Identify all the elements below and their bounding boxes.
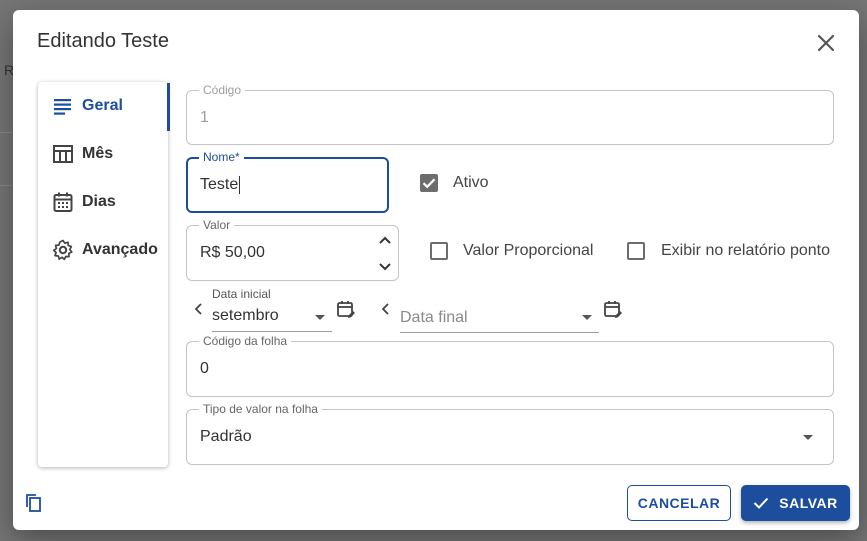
- sidebar: Geral Mês Dias Avançado: [38, 82, 170, 467]
- codigo-field: Código 1: [186, 83, 834, 145]
- dialog-title: Editando Teste: [37, 30, 169, 52]
- list-lines-icon: [54, 99, 71, 115]
- sidebar-item-dias[interactable]: Dias: [38, 179, 168, 225]
- nome-field[interactable]: Nome* Teste: [186, 150, 389, 213]
- sidebar-item-label: Mês: [82, 145, 114, 162]
- dropdown-arrow-icon[interactable]: [580, 312, 594, 322]
- ativo-label: Ativo: [453, 174, 489, 191]
- data-inicial-underline: [212, 331, 332, 332]
- nome-value: Teste: [200, 176, 241, 194]
- gear-icon: [52, 239, 73, 261]
- exibir-relatorio-checkbox[interactable]: [627, 242, 645, 260]
- cancel-button[interactable]: CANCELAR: [627, 485, 731, 521]
- chevron-left-icon[interactable]: [193, 302, 205, 316]
- exibir-relatorio-label: Exibir no relatório ponto: [661, 242, 830, 259]
- valor-proporcional-label: Valor Proporcional: [463, 242, 594, 259]
- backdrop-divider: [0, 185, 12, 186]
- ativo-checkbox[interactable]: [420, 174, 438, 192]
- data-final-underline: [400, 332, 599, 333]
- calendar-icon: [53, 192, 73, 212]
- codigo-folha-label: Código da folha: [199, 334, 292, 348]
- valor-proporcional-checkbox[interactable]: [430, 242, 448, 260]
- sidebar-item-label: Geral: [82, 97, 123, 114]
- backdrop-divider: [0, 132, 12, 133]
- tipo-valor-label: Tipo de valor na folha: [199, 402, 322, 416]
- decrement-icon[interactable]: [377, 260, 393, 274]
- copy-icon[interactable]: [25, 493, 43, 513]
- valor-value: R$ 50,00: [200, 244, 265, 261]
- sidebar-item-label: Avançado: [82, 241, 158, 258]
- sidebar-item-label: Dias: [82, 193, 116, 210]
- edit-dialog: Editando Teste Geral Mês Dias Avançado C…: [13, 10, 859, 530]
- tipo-valor-value: Padrão: [200, 428, 252, 445]
- calendar-edit-icon[interactable]: [336, 300, 356, 320]
- codigo-label: Código: [199, 83, 246, 97]
- codigo-value: 1: [200, 109, 209, 126]
- chevron-left-icon[interactable]: [380, 302, 392, 316]
- tipo-valor-select[interactable]: Tipo de valor na folha Padrão: [186, 402, 834, 465]
- valor-label: Valor: [199, 218, 235, 232]
- sidebar-item-geral[interactable]: Geral: [38, 83, 170, 131]
- check-icon: [754, 497, 769, 509]
- calendar-edit-icon[interactable]: [603, 300, 623, 320]
- table-icon: [53, 145, 73, 163]
- close-icon: [817, 34, 835, 52]
- dropdown-arrow-icon: [803, 435, 813, 440]
- data-inicial-label: Data inicial: [212, 287, 271, 301]
- valor-field[interactable]: Valor R$ 50,00: [186, 218, 399, 281]
- nome-label: Nome*: [199, 150, 244, 164]
- sidebar-item-mes[interactable]: Mês: [38, 131, 168, 177]
- save-button[interactable]: SALVAR: [741, 485, 850, 521]
- dropdown-arrow-icon[interactable]: [313, 312, 327, 322]
- data-inicial-value[interactable]: setembro: [212, 307, 279, 325]
- cancel-button-label: CANCELAR: [637, 495, 721, 511]
- sidebar-item-avancado[interactable]: Avançado: [38, 227, 168, 273]
- increment-icon[interactable]: [377, 233, 393, 247]
- data-final-placeholder[interactable]: Data final: [400, 309, 468, 327]
- codigo-folha-field[interactable]: Código da folha 0: [186, 334, 834, 397]
- close-button[interactable]: [813, 30, 839, 56]
- save-button-label: SALVAR: [779, 495, 838, 511]
- check-icon: [422, 178, 436, 189]
- codigo-folha-value: 0: [200, 360, 209, 377]
